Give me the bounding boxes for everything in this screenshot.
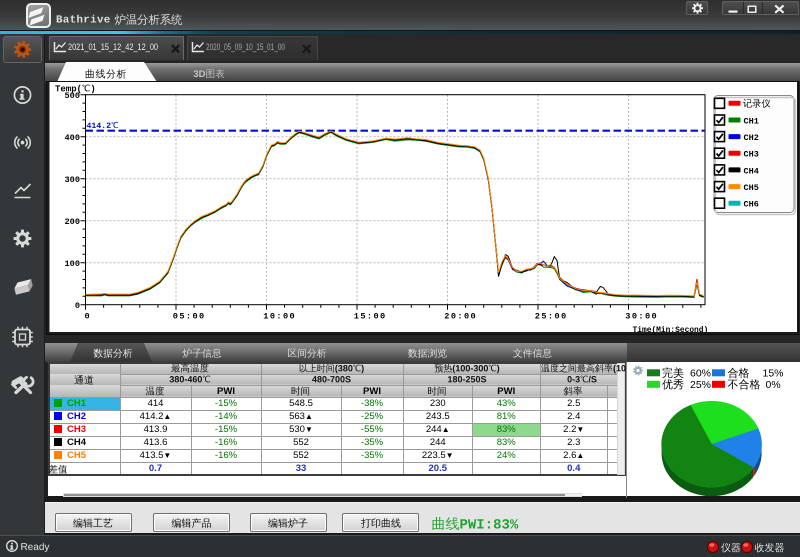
- svg-text:0: 0: [85, 311, 90, 321]
- svg-text:CH1: CH1: [744, 116, 759, 126]
- svg-text:CH4: CH4: [744, 166, 759, 176]
- svg-text:05:00: 05:00: [173, 311, 206, 321]
- svg-text:25:00: 25:00: [535, 311, 568, 321]
- svg-text:CH5: CH5: [744, 183, 759, 193]
- svg-text:10:00: 10:00: [263, 311, 296, 321]
- svg-text:0: 0: [75, 301, 80, 311]
- svg-text:100: 100: [65, 259, 80, 269]
- svg-text:400: 400: [65, 133, 80, 143]
- svg-text:15:00: 15:00: [354, 311, 387, 321]
- svg-text:30:00: 30:00: [625, 311, 658, 321]
- svg-text:CH6: CH6: [744, 200, 759, 210]
- svg-text:200: 200: [65, 217, 80, 227]
- svg-text:Time(Min:Second): Time(Min:Second): [633, 326, 709, 334]
- svg-text:CH3: CH3: [744, 150, 759, 160]
- svg-text:CH2: CH2: [744, 133, 759, 143]
- svg-text:20:00: 20:00: [444, 311, 477, 321]
- svg-text:300: 300: [65, 175, 80, 185]
- svg-text:500: 500: [65, 91, 80, 101]
